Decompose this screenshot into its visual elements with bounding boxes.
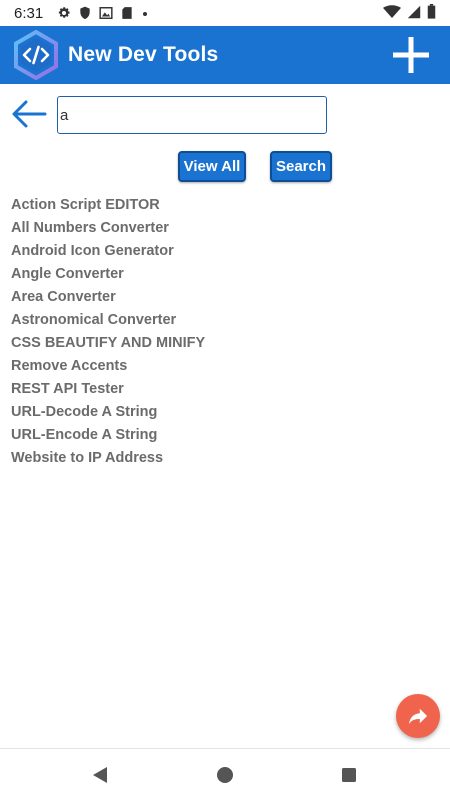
status-icons-right xyxy=(383,4,436,19)
nav-bar xyxy=(0,749,450,800)
list-item[interactable]: All Numbers Converter xyxy=(11,217,205,240)
list-item[interactable]: Remove Accents xyxy=(11,355,205,378)
recents-square-icon xyxy=(342,768,356,782)
gear-icon xyxy=(57,6,71,20)
nav-recents-button[interactable] xyxy=(337,763,361,787)
status-time: 6:31 xyxy=(14,4,44,22)
wifi-icon xyxy=(383,4,401,19)
code-hexagon-icon xyxy=(12,30,60,80)
nav-back-button[interactable] xyxy=(88,763,112,787)
sd-card-icon xyxy=(121,6,133,20)
list-item[interactable]: Android Icon Generator xyxy=(11,240,205,263)
share-arrow-icon xyxy=(408,708,428,725)
search-input[interactable] xyxy=(57,96,327,134)
app-bar: New Dev Tools xyxy=(0,26,450,84)
battery-icon xyxy=(427,4,436,19)
app-title: New Dev Tools xyxy=(68,43,219,66)
back-triangle-icon xyxy=(93,767,107,783)
list-item[interactable]: Action Script EDITOR xyxy=(11,194,205,217)
list-item[interactable]: REST API Tester xyxy=(11,378,205,401)
plus-icon xyxy=(393,37,429,73)
status-icons-left xyxy=(57,6,149,20)
search-button[interactable]: Search xyxy=(270,151,332,182)
view-all-button[interactable]: View All xyxy=(178,151,246,182)
shield-icon xyxy=(79,6,91,20)
screen: 6:31 New Dev Tools a View All Search Act… xyxy=(0,0,450,800)
list-item[interactable]: Area Converter xyxy=(11,286,205,309)
nav-home-button[interactable] xyxy=(213,763,237,787)
list-item[interactable]: CSS BEAUTIFY AND MINIFY xyxy=(11,332,205,355)
list-item[interactable]: URL-Encode A String xyxy=(11,424,205,447)
image-icon xyxy=(99,6,113,20)
list-item[interactable]: Astronomical Converter xyxy=(11,309,205,332)
add-button[interactable] xyxy=(390,34,432,76)
list-item[interactable]: Angle Converter xyxy=(11,263,205,286)
arrow-left-icon xyxy=(12,100,47,128)
home-circle-icon xyxy=(217,767,233,783)
signal-icon xyxy=(407,5,421,19)
back-button[interactable] xyxy=(10,96,48,132)
status-bar: 6:31 xyxy=(0,0,450,26)
list-item[interactable]: Website to IP Address xyxy=(11,447,205,470)
share-fab-button[interactable] xyxy=(396,694,440,738)
results-list: Action Script EDITOR All Numbers Convert… xyxy=(11,194,205,470)
dot-icon xyxy=(141,6,149,20)
list-item[interactable]: URL-Decode A String xyxy=(11,401,205,424)
